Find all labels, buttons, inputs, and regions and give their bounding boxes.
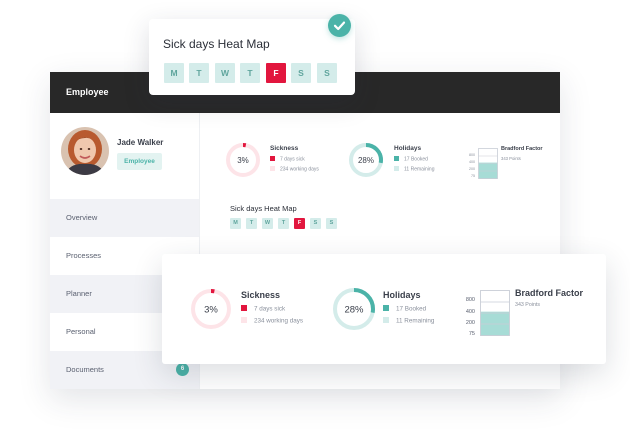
holidays-legend-remaining: 11 Remaining xyxy=(394,166,434,173)
role-badge: Employee xyxy=(117,153,162,170)
user-name: Jade Walker xyxy=(117,138,164,147)
bradford-tick: 400 xyxy=(465,309,475,315)
sickness-donut-large: 3% xyxy=(191,289,231,329)
sickness-legend-sick: 7 days sick xyxy=(270,156,305,163)
holidays-legend-booked-large: 17 Booked xyxy=(383,305,426,313)
documents-count-badge: 6 xyxy=(176,363,189,376)
heatmap-popup-title: Sick days Heat Map xyxy=(163,37,270,51)
heatmap-day-wed[interactable]: W xyxy=(262,218,273,229)
sidebar-item-label: Processes xyxy=(66,251,102,260)
bradford-tick: 200 xyxy=(465,320,475,326)
bradford-tick: 75 xyxy=(471,174,475,178)
legend-swatch xyxy=(394,156,399,161)
holidays-donut-small: 28% xyxy=(349,143,383,177)
legend-swatch xyxy=(270,156,275,161)
legend-swatch xyxy=(241,305,247,311)
heatmap-popup-day-mon[interactable]: M xyxy=(164,63,184,83)
bradford-tick: 75 xyxy=(468,331,475,337)
sidebar-item-label: Personal xyxy=(66,327,96,336)
heatmap-day-mon[interactable]: M xyxy=(230,218,241,229)
bradford-gauge-small xyxy=(478,148,498,179)
bradford-title-large: Bradford Factor xyxy=(515,288,584,298)
bradford-tick: 800 xyxy=(469,153,475,157)
sidebar-item-overview[interactable]: Overview xyxy=(50,199,199,237)
sickness-title-large: Sickness xyxy=(241,290,281,300)
legend-swatch xyxy=(394,166,399,171)
legend-swatch xyxy=(383,317,389,323)
sickness-percent: 3% xyxy=(237,156,249,165)
bradford-tick: 800 xyxy=(465,297,475,303)
sidebar-item-label: Documents xyxy=(66,365,104,374)
profile-block: Jade Walker Employee xyxy=(50,113,199,199)
sickness-legend-sick-large: 7 days sick xyxy=(241,305,285,313)
heatmap-popup-day-wed[interactable]: W xyxy=(215,63,235,83)
holidays-title-large: Holidays xyxy=(383,290,421,300)
sickness-title: Sickness xyxy=(270,145,299,152)
stage: Employee Jade Walker Employee Overview P… xyxy=(0,0,630,429)
heatmap-day-thu[interactable]: T xyxy=(278,218,289,229)
sickness-donut-small: 3% xyxy=(226,143,260,177)
stats-overlay: 3% Sickness 7 days sick 234 working days… xyxy=(162,254,606,364)
heatmap-popup-day-tue[interactable]: T xyxy=(189,63,209,83)
avatar[interactable] xyxy=(61,127,109,175)
legend-swatch xyxy=(383,305,389,311)
bradford-title: Bradford Factor xyxy=(501,146,543,152)
holidays-legend-booked: 17 Booked xyxy=(394,156,428,163)
bradford-gauge-large xyxy=(480,290,510,336)
bradford-points: 343 Points xyxy=(501,156,521,161)
holidays-percent: 28% xyxy=(358,156,374,165)
holidays-donut-large: 28% xyxy=(333,288,375,330)
holidays-legend-remaining-large: 11 Remaining xyxy=(383,317,434,325)
heatmap-day-fri[interactable]: F xyxy=(294,218,305,229)
check-icon xyxy=(328,14,351,37)
heatmap-day-tue[interactable]: T xyxy=(246,218,257,229)
bradford-tick: 400 xyxy=(469,160,475,164)
sickness-legend-working: 234 working days xyxy=(270,166,319,173)
legend-swatch xyxy=(270,166,275,171)
sickness-percent-large: 3% xyxy=(204,305,218,316)
holidays-title: Holidays xyxy=(394,145,422,152)
heatmap-popup: Sick days Heat Map M T W T F S S xyxy=(149,19,355,95)
bradford-points-large: 343 Points xyxy=(515,302,541,308)
heatmap-popup-day-fri[interactable]: F xyxy=(266,63,286,83)
heatmap-popup-day-sat[interactable]: S xyxy=(291,63,311,83)
heatmap-popup-day-thu[interactable]: T xyxy=(240,63,260,83)
bradford-tick: 200 xyxy=(469,167,475,171)
heatmap-day-sat[interactable]: S xyxy=(310,218,321,229)
sidebar-item-label: Overview xyxy=(66,213,98,222)
page-title: Employee xyxy=(66,87,109,97)
sickness-legend-working-large: 234 working days xyxy=(241,317,303,325)
sidebar-item-label: Planner xyxy=(66,289,92,298)
heatmap-day-sun[interactable]: S xyxy=(326,218,337,229)
heatmap-popup-day-sun[interactable]: S xyxy=(317,63,337,83)
holidays-percent-large: 28% xyxy=(344,305,364,316)
heatmap-title: Sick days Heat Map xyxy=(230,204,297,213)
legend-swatch xyxy=(241,317,247,323)
